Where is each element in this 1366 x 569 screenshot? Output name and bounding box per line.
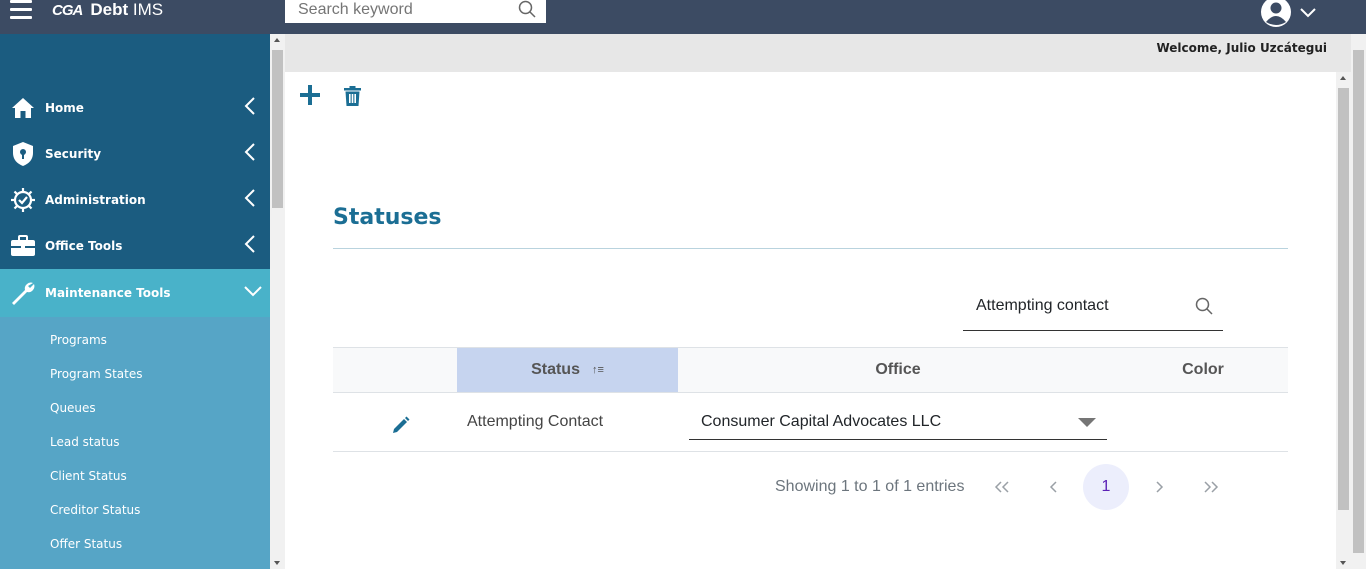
search-icon[interactable] <box>518 0 536 23</box>
global-search-input[interactable] <box>298 0 508 20</box>
double-chevron-left-icon <box>994 481 1009 493</box>
content-scrollbar[interactable] <box>1336 72 1351 569</box>
scroll-down-arrow-icon[interactable] <box>274 561 280 565</box>
chevron-left-icon <box>244 188 256 212</box>
page-1-button[interactable]: 1 <box>1083 464 1129 510</box>
add-button[interactable] <box>299 84 321 111</box>
delete-button[interactable] <box>344 86 361 111</box>
trash-icon <box>344 86 361 106</box>
welcome-text: Welcome, Julio Uzcátegui <box>1156 41 1327 55</box>
scrollbar-thumb[interactable] <box>1353 50 1364 553</box>
cell-status: Attempting Contact <box>467 413 604 430</box>
sidebar-item-office-tools[interactable]: Office Tools <box>0 223 270 269</box>
dropdown-caret-icon <box>1078 418 1096 427</box>
sidebar-scrollbar[interactable] <box>270 34 285 569</box>
home-icon <box>10 95 36 121</box>
title-divider <box>333 248 1288 249</box>
scrollbar-thumb[interactable] <box>1338 88 1349 510</box>
search-icon[interactable] <box>1195 297 1213 320</box>
table-search <box>963 290 1223 331</box>
chevron-left-icon <box>1049 481 1057 493</box>
submenu-item-program-states[interactable]: Program States <box>50 367 142 381</box>
scroll-down-arrow-icon[interactable] <box>1340 561 1346 565</box>
pagination-info: Showing 1 to 1 of 1 entries <box>775 478 965 495</box>
app-logo[interactable]: CGA Debt IMS <box>52 0 163 20</box>
submenu-item-creditor-status[interactable]: Creditor Status <box>50 503 140 517</box>
column-header-color[interactable]: Color <box>1118 348 1288 392</box>
maintenance-submenu: Programs Program States Queues Lead stat… <box>0 317 270 569</box>
welcome-bar: Welcome, Julio Uzcátegui <box>285 34 1351 72</box>
table-header: Status ↑≡ Office Color <box>333 347 1288 393</box>
sidebar: Home Security Administration Office Tool… <box>0 34 270 569</box>
first-page-button[interactable] <box>979 464 1025 510</box>
submenu-item-offer-status[interactable]: Offer Status <box>50 537 122 551</box>
user-circle-icon <box>1261 0 1291 27</box>
global-search <box>285 0 546 24</box>
sidebar-item-label: Office Tools <box>45 239 123 253</box>
top-bar: CGA Debt IMS <box>0 0 1366 34</box>
user-menu[interactable] <box>1260 0 1320 28</box>
next-page-button[interactable] <box>1136 464 1182 510</box>
scrollbar-thumb[interactable] <box>272 50 283 208</box>
hamburger-menu-icon[interactable] <box>10 0 34 22</box>
briefcase-icon <box>10 233 36 259</box>
office-select-value: Consumer Capital Advocates LLC <box>701 413 942 430</box>
office-select[interactable]: Consumer Capital Advocates LLC <box>689 405 1107 440</box>
chevron-left-icon <box>244 234 256 258</box>
table-search-input[interactable] <box>976 295 1176 317</box>
shield-icon <box>10 141 36 167</box>
scroll-up-arrow-icon[interactable] <box>274 38 280 42</box>
submenu-item-lead-status[interactable]: Lead status <box>50 435 120 449</box>
app-title: Debt IMS <box>90 0 164 19</box>
gear-icon <box>10 187 36 213</box>
logo-mark: CGA <box>52 1 83 19</box>
sort-ascending-icon: ↑≡ <box>591 364 604 376</box>
submenu-item-queues[interactable]: Queues <box>50 401 96 415</box>
chevron-left-icon <box>244 96 256 120</box>
submenu-item-programs[interactable]: Programs <box>50 333 107 347</box>
table-row: Attempting Contact Consumer Capital Advo… <box>333 393 1288 452</box>
sidebar-item-home[interactable]: Home <box>0 85 270 131</box>
wrench-icon <box>10 280 36 306</box>
sidebar-item-security[interactable]: Security <box>0 131 270 177</box>
last-page-button[interactable] <box>1188 464 1234 510</box>
chevron-right-icon <box>1156 481 1164 493</box>
column-header-office[interactable]: Office <box>678 348 1118 392</box>
chevron-down-icon <box>244 284 262 302</box>
double-chevron-right-icon <box>1204 481 1219 493</box>
sidebar-item-label: Home <box>45 101 84 115</box>
sidebar-item-maintenance-tools[interactable]: Maintenance Tools <box>0 269 270 317</box>
chevron-down-icon <box>1300 8 1316 18</box>
submenu-item-client-status[interactable]: Client Status <box>50 469 127 483</box>
chevron-left-icon <box>244 142 256 166</box>
sidebar-item-label: Security <box>45 147 102 161</box>
plus-icon <box>300 85 320 105</box>
column-header-status[interactable]: Status ↑≡ <box>457 348 678 392</box>
sidebar-item-administration[interactable]: Administration <box>0 177 270 223</box>
sidebar-item-label: Maintenance Tools <box>45 286 171 300</box>
window-scrollbar[interactable] <box>1351 34 1366 569</box>
pencil-icon <box>393 416 410 433</box>
page-title: Statuses <box>333 205 442 230</box>
scroll-up-arrow-icon[interactable] <box>1340 76 1346 80</box>
sidebar-item-label: Administration <box>45 193 146 207</box>
edit-button[interactable] <box>391 415 411 440</box>
prev-page-button[interactable] <box>1031 464 1077 510</box>
